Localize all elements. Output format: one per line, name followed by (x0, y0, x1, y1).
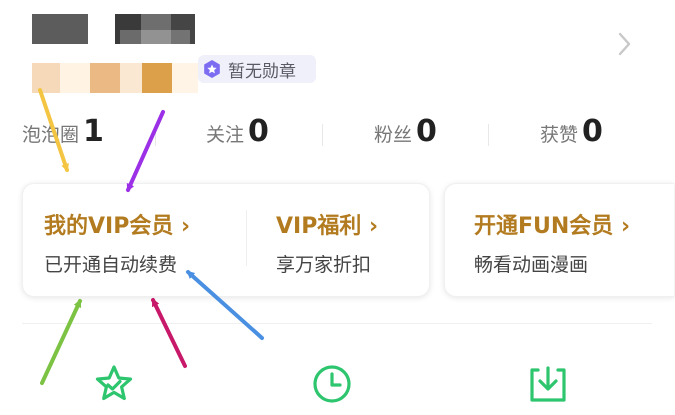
fun-member-sub: 畅看动画漫画 (474, 254, 589, 276)
stat-following[interactable]: 关注 0 (206, 114, 269, 154)
stat-value: 1 (83, 114, 104, 149)
star-icon[interactable] (92, 362, 136, 406)
stat-label: 关注 (206, 124, 245, 146)
stat-fans[interactable]: 粉丝 0 (374, 114, 437, 154)
purple-arrow (126, 110, 165, 192)
chevron-right-icon[interactable] (615, 30, 633, 58)
download-icon[interactable] (526, 362, 570, 406)
stat-value: 0 (416, 114, 437, 149)
vip-welfare-link[interactable]: VIP福利 › (276, 208, 378, 240)
fun-member-link[interactable]: 开通FUN会员 › (474, 208, 630, 240)
stat-value: 0 (582, 114, 603, 149)
fun-card[interactable] (444, 183, 674, 297)
section-divider (22, 323, 652, 324)
stat-label: 获赞 (540, 124, 579, 146)
divider (155, 124, 156, 146)
divider (322, 124, 323, 146)
stat-likes[interactable]: 获赞 0 (540, 114, 603, 154)
stat-label: 泡泡圈 (22, 124, 80, 146)
stat-value: 0 (248, 114, 269, 149)
medal-badge-label: 暂无勋章 (228, 61, 296, 82)
divider (488, 124, 489, 146)
auto-renew-status[interactable]: 已开通自动续费 (44, 250, 177, 277)
crimson-arrow (151, 298, 187, 368)
vip-welfare-sub: 享万家折扣 (276, 254, 372, 276)
vip-card (22, 183, 430, 297)
green-arrow (40, 299, 82, 385)
medal-icon (204, 60, 220, 78)
medal-badge[interactable]: 暂无勋章 (198, 55, 316, 83)
card-divider (246, 210, 247, 266)
my-vip-link[interactable]: 我的VIP会员 › (44, 208, 190, 240)
stat-paopao[interactable]: 泡泡圈 1 (22, 114, 104, 154)
clock-icon[interactable] (310, 362, 354, 406)
stat-label: 粉丝 (374, 124, 413, 146)
